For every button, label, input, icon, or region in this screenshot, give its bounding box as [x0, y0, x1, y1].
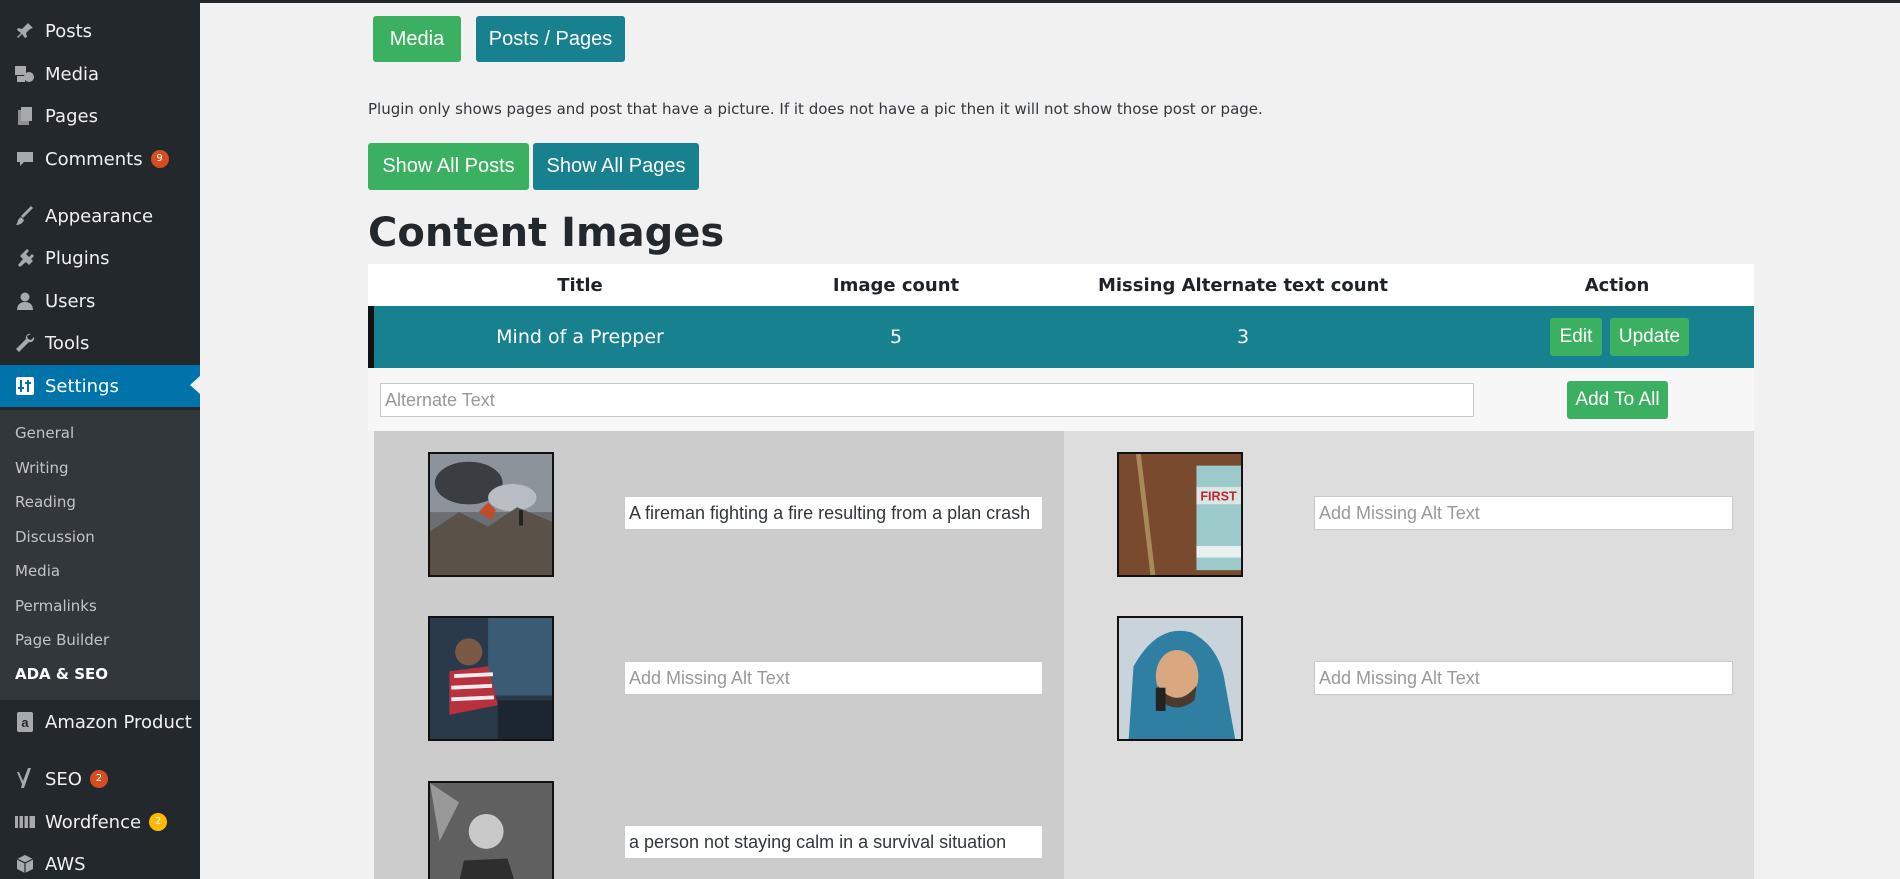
yoast-icon	[10, 768, 40, 790]
page-title: Content Images	[368, 210, 725, 256]
submenu-item-reading[interactable]: Reading	[15, 493, 76, 511]
show-all-posts-button[interactable]: Show All Posts	[368, 143, 529, 190]
comment-icon	[10, 149, 40, 169]
admin-sidebar: Posts Media Pages Comments 9 Appearance …	[0, 0, 200, 879]
user-icon	[10, 291, 40, 311]
alt-text-input[interactable]: A fireman fighting a fire resulting from…	[624, 496, 1043, 530]
submenu-item-media[interactable]: Media	[15, 562, 60, 580]
image-thumbnail	[428, 781, 554, 879]
plugin-icon	[10, 248, 40, 268]
plugin-notice: Plugin only shows pages and post that ha…	[368, 100, 1263, 118]
alt-text-input[interactable]: Add Missing Alt Text	[1314, 661, 1733, 695]
image-thumbnail: FIRST	[1117, 452, 1243, 577]
sidebar-item-label: Amazon Product	[45, 711, 192, 733]
sidebar-item-label: Pages	[45, 105, 98, 127]
sidebar-item-label: Settings	[45, 375, 119, 397]
sidebar-item-label: SEO	[45, 768, 82, 790]
paintbrush-icon	[10, 206, 40, 226]
pin-icon	[10, 21, 40, 41]
image-thumbnail	[428, 616, 554, 741]
sidebar-item-label: Plugins	[45, 247, 110, 269]
bulk-alt-text-row: Alternate Text Add To All	[368, 368, 1754, 431]
sidebar-item-aws[interactable]: AWS	[0, 844, 200, 879]
top-bar	[200, 0, 1900, 3]
sidebar-item-wordfence[interactable]: Wordfence 2	[0, 802, 200, 842]
svg-text:a: a	[21, 715, 29, 730]
tab-media[interactable]: Media	[373, 16, 461, 62]
image-grid-left-column: A fireman fighting a fire resulting from…	[374, 431, 1064, 879]
image-grid-right-column: FIRST Add Missing Alt Text Add Missing A…	[1064, 431, 1754, 879]
sidebar-item-settings[interactable]: Settings	[0, 365, 200, 407]
sidebar-item-posts[interactable]: Posts	[0, 11, 200, 51]
sidebar-item-plugins[interactable]: Plugins	[0, 238, 200, 278]
comments-count-badge: 9	[150, 150, 169, 168]
update-button[interactable]: Update	[1610, 318, 1689, 356]
sidebar-item-label: Users	[45, 290, 96, 312]
submenu-item-permalinks[interactable]: Permalinks	[15, 597, 97, 615]
wordfence-notification-badge: 2	[149, 813, 168, 831]
submenu-item-page-builder[interactable]: Page Builder	[15, 631, 109, 649]
sidebar-item-label: Tools	[45, 332, 90, 354]
show-all-pages-button[interactable]: Show All Pages	[533, 143, 699, 190]
settings-submenu: General Writing Reading Discussion Media…	[0, 410, 200, 700]
submenu-item-discussion[interactable]: Discussion	[15, 528, 95, 546]
row-image-count: 5	[889, 326, 903, 348]
seo-notification-badge: 2	[89, 770, 108, 788]
tab-posts-pages[interactable]: Posts / Pages	[476, 16, 625, 62]
alt-text-input[interactable]: a person not staying calm in a survival …	[624, 825, 1043, 859]
alternate-text-input[interactable]: Alternate Text	[380, 383, 1474, 417]
sidebar-item-label: Media	[45, 63, 100, 85]
sidebar-item-media[interactable]: Media	[0, 54, 200, 94]
submenu-item-ada-seo[interactable]: ADA & SEO	[15, 665, 108, 683]
svg-text:FIRST: FIRST	[1200, 489, 1237, 503]
edit-button[interactable]: Edit	[1550, 318, 1602, 356]
column-header-missing-alt-count: Missing Alternate text count	[1097, 275, 1389, 296]
amazon-icon: a	[10, 711, 40, 733]
sidebar-item-users[interactable]: Users	[0, 281, 200, 321]
sidebar-item-pages[interactable]: Pages	[0, 96, 200, 136]
sidebar-item-label: Comments	[45, 148, 143, 170]
media-icon	[10, 64, 40, 84]
pages-icon	[10, 106, 40, 126]
sidebar-item-label: Posts	[45, 20, 93, 42]
sidebar-item-comments[interactable]: Comments 9	[0, 139, 200, 179]
sidebar-item-label: Wordfence	[45, 811, 142, 833]
add-to-all-button[interactable]: Add To All	[1567, 381, 1668, 419]
sidebar-item-seo[interactable]: SEO 2	[0, 759, 200, 799]
column-header-title: Title	[557, 275, 603, 296]
row-title: Mind of a Prepper	[496, 326, 664, 348]
column-header-action: Action	[1584, 275, 1650, 296]
image-thumbnail	[428, 452, 554, 577]
wordfence-icon	[10, 813, 40, 831]
submenu-item-writing[interactable]: Writing	[15, 459, 69, 477]
submenu-item-general[interactable]: General	[15, 424, 74, 442]
alt-text-input[interactable]: Add Missing Alt Text	[624, 661, 1043, 695]
wrench-icon	[10, 333, 40, 353]
table-row[interactable]: Mind of a Prepper 5 3 Edit Update	[368, 306, 1754, 368]
settings-icon	[10, 376, 40, 396]
sidebar-item-appearance[interactable]: Appearance	[0, 196, 200, 236]
sidebar-item-amazon-product[interactable]: a Amazon Product	[0, 702, 200, 742]
column-header-image-count: Image count	[832, 275, 960, 296]
alt-text-input[interactable]: Add Missing Alt Text	[1314, 496, 1733, 530]
cube-icon	[10, 854, 40, 874]
sidebar-item-label: Appearance	[45, 205, 154, 227]
table-header: Title Image count Missing Alternate text…	[368, 264, 1754, 306]
row-missing-alt-count: 3	[1236, 326, 1250, 348]
sidebar-item-label: AWS	[45, 853, 86, 875]
image-thumbnail	[1117, 616, 1243, 741]
sidebar-item-tools[interactable]: Tools	[0, 323, 200, 363]
